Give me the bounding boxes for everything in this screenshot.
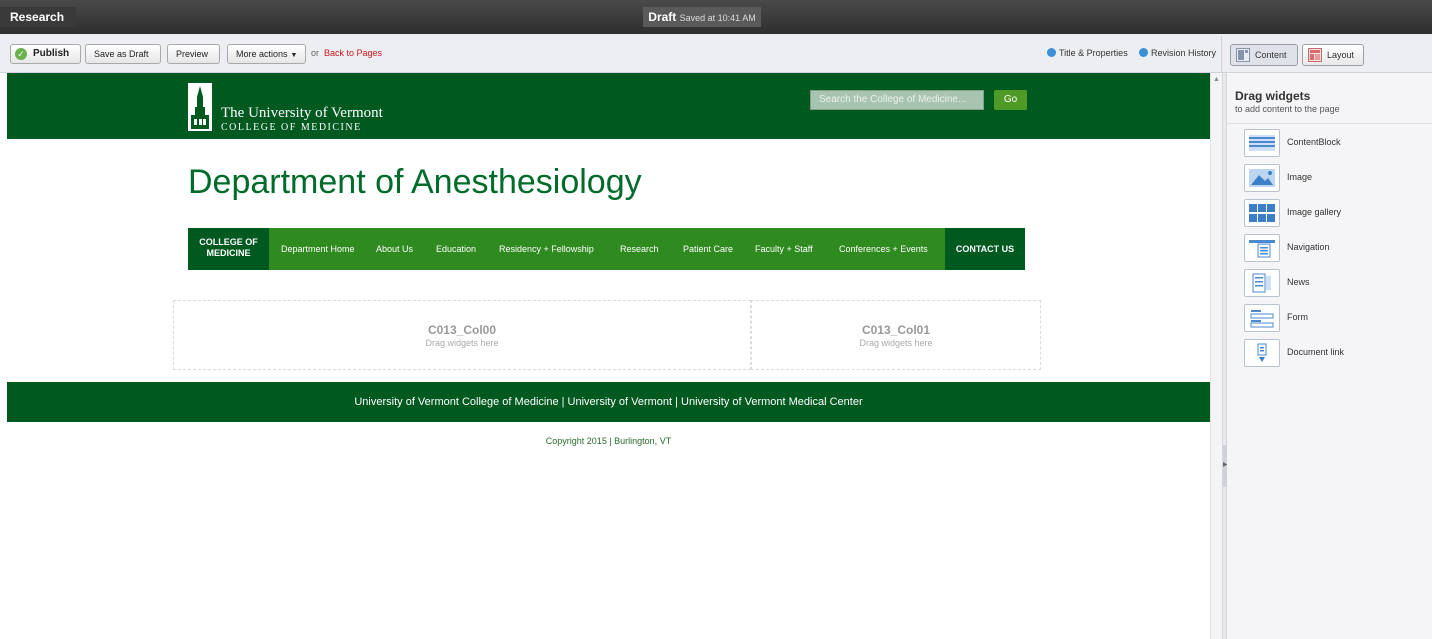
footer-links[interactable]: University of Vermont College of Medicin… xyxy=(7,382,1210,422)
widget-label: ContentBlock xyxy=(1287,137,1341,147)
save-draft-button[interactable]: Save as Draft xyxy=(85,44,161,64)
publish-button[interactable]: ✓ Publish xyxy=(10,44,81,64)
nav-item-faculty-staff[interactable]: Faculty + Staff xyxy=(755,228,813,270)
nav-college-line1: COLLEGE OF xyxy=(199,237,258,247)
drop-zone-col01[interactable]: C013_Col01 Drag widgets here xyxy=(751,300,1041,370)
logo-college-name: COLLEGE OF MEDICINE xyxy=(221,122,362,133)
nav-contact-us[interactable]: CONTACT US xyxy=(945,228,1025,270)
preview-button[interactable]: Preview xyxy=(167,44,220,64)
widget-label: News xyxy=(1287,277,1310,287)
layout-icon xyxy=(1308,48,1322,62)
widget-image[interactable]: Image xyxy=(1244,164,1424,194)
widget-label: Navigation xyxy=(1287,242,1330,252)
panel-title: Drag widgets xyxy=(1235,89,1311,103)
zone-hint: Drag widgets here xyxy=(859,338,933,348)
draft-label: Draft xyxy=(648,10,677,24)
nav-college-line2: MEDICINE xyxy=(206,248,251,258)
site-header: The University of Vermont COLLEGE OF MED… xyxy=(7,73,1210,139)
nav-item-education[interactable]: Education xyxy=(436,228,476,270)
more-actions-button[interactable]: More actions ▼ xyxy=(227,44,306,64)
saved-time: Saved at 10:41 AM xyxy=(679,13,756,23)
scroll-up-icon[interactable]: ▲ xyxy=(1213,76,1220,83)
toolbar-divider xyxy=(1221,36,1222,72)
site-search-input[interactable]: Search the College of Medicine... xyxy=(810,90,984,110)
info-dot-icon xyxy=(1139,48,1148,57)
widget-label: Form xyxy=(1287,312,1308,322)
navigation-icon xyxy=(1244,234,1280,262)
nav-item-research[interactable]: Research xyxy=(620,228,659,270)
widget-document-link[interactable]: Document link xyxy=(1244,339,1424,369)
title-bar: Research Draft Saved at 10:41 AM xyxy=(0,0,1432,34)
nav-item-department-home[interactable]: Department Home xyxy=(281,228,355,270)
nav-college-of-medicine[interactable]: COLLEGE OF MEDICINE xyxy=(188,228,269,270)
drop-zone-col00[interactable]: C013_Col00 Drag widgets here xyxy=(173,300,751,370)
nav-item-conferences-events[interactable]: Conferences + Events xyxy=(839,228,928,270)
layout-label: Layout xyxy=(1327,50,1355,60)
app-title: Research xyxy=(0,7,76,27)
or-text: or xyxy=(311,48,320,58)
title-properties-link[interactable]: Title & Properties xyxy=(1047,48,1128,58)
publish-label: Publish xyxy=(33,48,70,59)
widget-label: Image xyxy=(1287,172,1313,182)
widget-panel: Drag widgets to add content to the page … xyxy=(1227,73,1432,639)
check-icon: ✓ xyxy=(15,48,27,60)
page-title: Department of Anesthesiology xyxy=(188,163,642,201)
revision-history-link[interactable]: Revision History xyxy=(1139,48,1216,58)
form-icon xyxy=(1244,304,1280,332)
widget-label: Image gallery xyxy=(1287,207,1342,217)
page-canvas: The University of Vermont COLLEGE OF MED… xyxy=(7,73,1210,639)
title-properties-label: Title & Properties xyxy=(1059,48,1128,58)
copyright-text: Copyright 2015 | Burlington, VT xyxy=(545,436,672,446)
chevron-down-icon: ▼ xyxy=(290,52,298,59)
widget-navigation[interactable]: Navigation xyxy=(1244,234,1424,264)
nav-item-residency-fellowship[interactable]: Residency + Fellowship xyxy=(499,228,594,270)
widget-label: Document link xyxy=(1287,347,1345,357)
logo-university-name: The University of Vermont xyxy=(221,105,383,121)
document-link-icon xyxy=(1244,339,1280,367)
content-label: Content xyxy=(1255,50,1287,60)
image-gallery-icon xyxy=(1244,199,1280,227)
image-icon xyxy=(1244,164,1280,192)
news-icon xyxy=(1244,269,1280,297)
panel-divider xyxy=(1227,123,1432,124)
back-to-pages-link[interactable]: Back to Pages xyxy=(324,48,382,58)
canvas-scrollbar[interactable]: ▲ xyxy=(1210,73,1222,639)
draft-status-badge: Draft Saved at 10:41 AM xyxy=(643,7,761,27)
content-icon xyxy=(1236,48,1250,62)
widget-form[interactable]: Form xyxy=(1244,304,1424,334)
zone-name: C013_Col01 xyxy=(861,323,931,337)
department-nav: COLLEGE OF MEDICINE Department Home Abou… xyxy=(188,228,1025,270)
nav-item-patient-care[interactable]: Patient Care xyxy=(683,228,733,270)
content-mode-button[interactable]: Content xyxy=(1230,44,1298,66)
widget-news[interactable]: News xyxy=(1244,269,1424,299)
more-actions-label: More actions xyxy=(236,49,288,59)
content-block-icon xyxy=(1244,129,1280,157)
panel-subtitle: to add content to the page xyxy=(1235,104,1340,114)
editor-toolbar: ✓ Publish Save as Draft Preview More act… xyxy=(0,34,1432,73)
tower-logo-icon xyxy=(188,83,212,131)
zone-hint: Drag widgets here xyxy=(425,338,499,348)
revision-history-label: Revision History xyxy=(1151,48,1217,58)
layout-mode-button[interactable]: Layout xyxy=(1302,44,1364,66)
info-dot-icon xyxy=(1047,48,1056,57)
zone-name: C013_Col00 xyxy=(427,323,497,337)
widget-image-gallery[interactable]: Image gallery xyxy=(1244,199,1424,229)
widget-contentblock[interactable]: ContentBlock xyxy=(1244,129,1424,159)
nav-item-about-us[interactable]: About Us xyxy=(376,228,413,270)
search-go-button[interactable]: Go xyxy=(994,90,1027,110)
